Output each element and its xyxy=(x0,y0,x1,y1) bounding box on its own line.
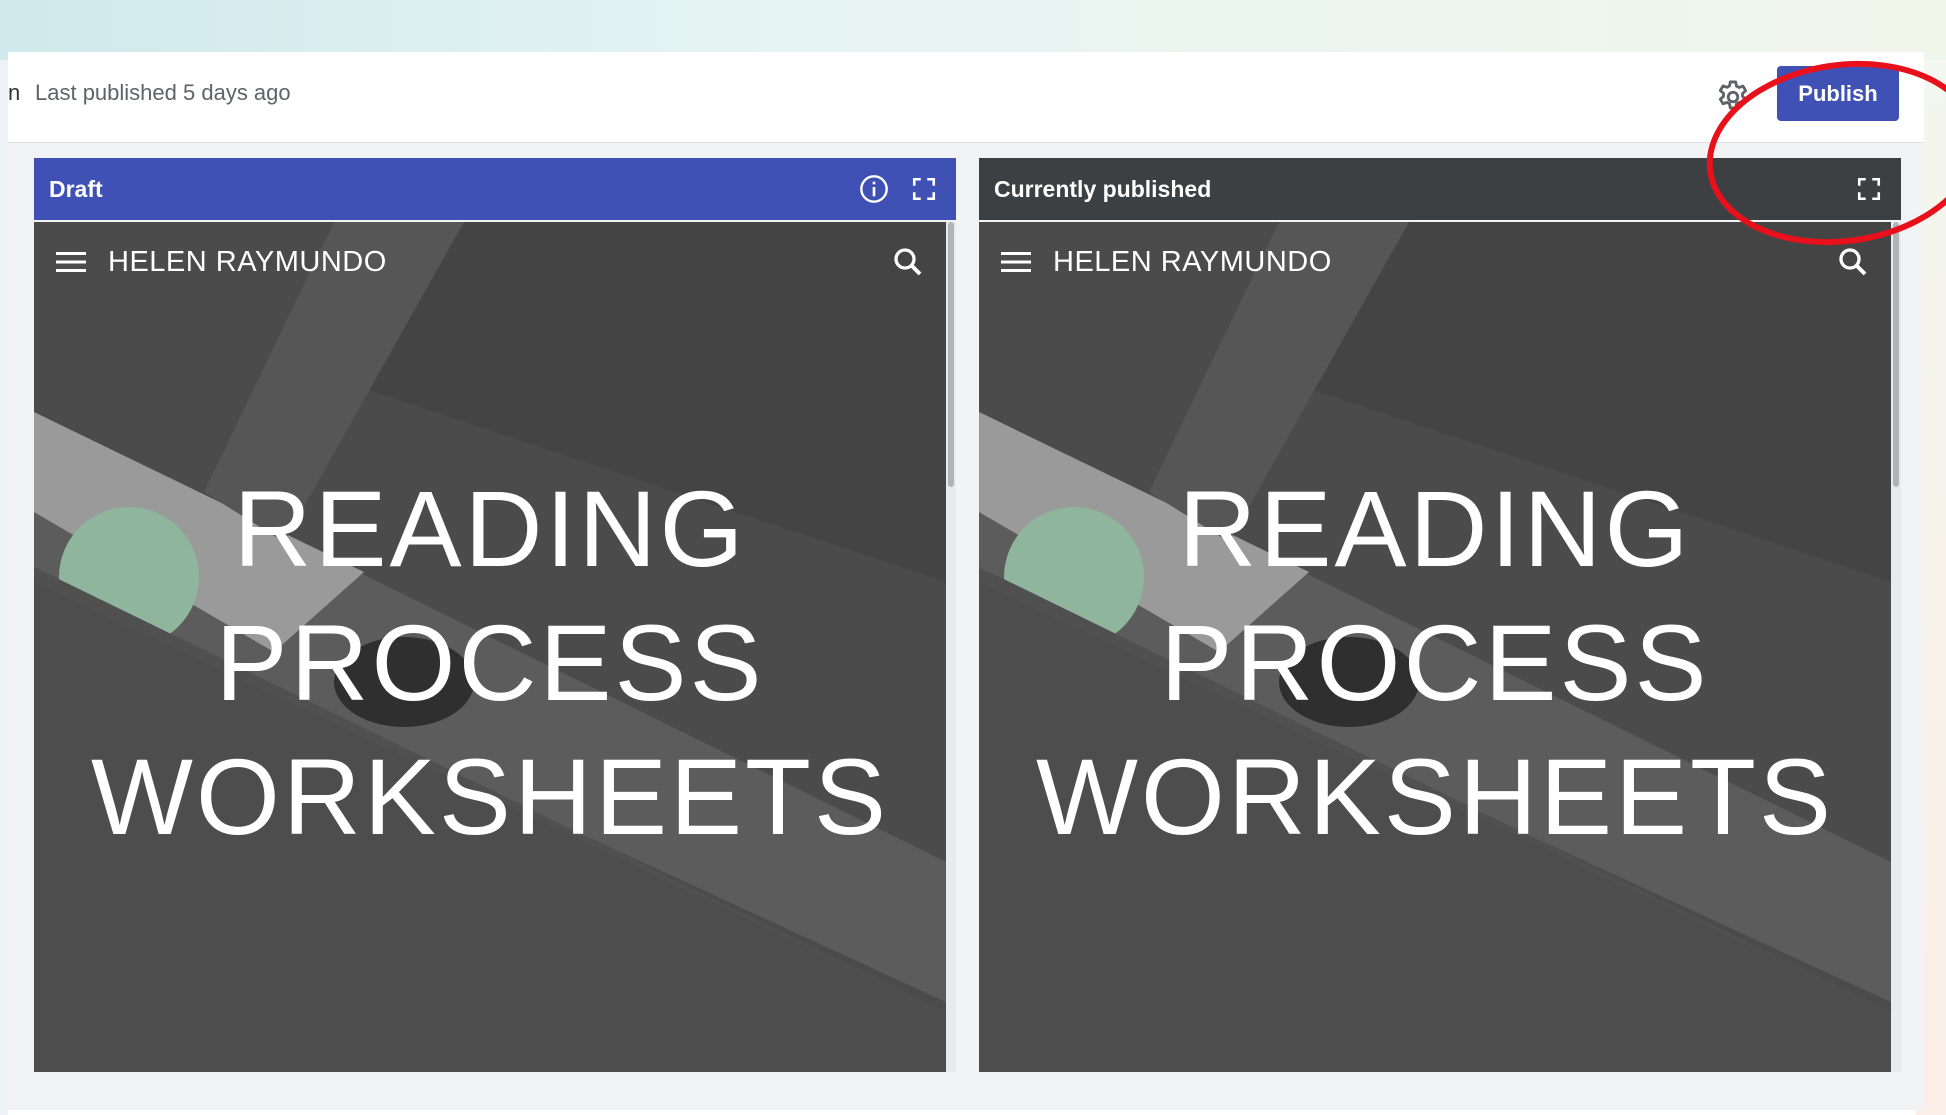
truncated-text: n xyxy=(8,80,21,105)
publish-button[interactable]: Publish xyxy=(1777,66,1899,121)
published-panel-header: Currently published xyxy=(979,158,1901,220)
menu-icon[interactable] xyxy=(54,245,88,279)
scrollbar[interactable] xyxy=(1891,222,1901,1072)
site-navbar: HELEN RAYMUNDO xyxy=(979,222,1891,302)
hero-title: READING PROCESS WORKSHEETS xyxy=(979,462,1891,864)
draft-panel: Draft HELEN RAYMUNDO READING PROCESS WOR… xyxy=(34,158,956,1088)
scrollbar-thumb[interactable] xyxy=(948,222,954,487)
last-published-status: Last published 5 days ago xyxy=(35,80,291,105)
panel-title: Currently published xyxy=(994,175,1212,202)
hero-title: READING PROCESS WORKSHEETS xyxy=(34,462,946,864)
hero-line: READING xyxy=(233,468,747,589)
slide-background-top xyxy=(0,0,1946,60)
draft-site-preview[interactable]: HELEN RAYMUNDO READING PROCESS WORKSHEET… xyxy=(34,222,946,1072)
fullscreen-icon[interactable] xyxy=(1853,173,1885,205)
editor-topbar: n Last published 5 days ago Publish xyxy=(8,52,1924,143)
menu-icon[interactable] xyxy=(999,245,1033,279)
site-name[interactable]: HELEN RAYMUNDO xyxy=(108,246,387,279)
search-icon[interactable] xyxy=(1835,244,1871,280)
site-navbar: HELEN RAYMUNDO xyxy=(34,222,946,302)
hero-line: WORKSHEETS xyxy=(90,736,890,857)
fullscreen-icon[interactable] xyxy=(908,173,940,205)
gear-icon[interactable] xyxy=(1708,72,1758,122)
hero-line: PROCESS xyxy=(215,602,765,723)
scrollbar-thumb[interactable] xyxy=(1893,222,1899,487)
site-name[interactable]: HELEN RAYMUNDO xyxy=(1053,246,1332,279)
info-icon[interactable] xyxy=(858,173,890,205)
slide-background-left xyxy=(0,60,8,1115)
scrollbar[interactable] xyxy=(946,222,956,1072)
published-site-preview[interactable]: HELEN RAYMUNDO READING PROCESS WORKSHEET… xyxy=(979,222,1891,1072)
draft-panel-header: Draft xyxy=(34,158,956,220)
hero-line: WORKSHEETS xyxy=(1035,736,1835,857)
sites-editor-window: n Last published 5 days ago Publish Draf… xyxy=(8,43,1946,1110)
search-icon[interactable] xyxy=(890,244,926,280)
panel-title: Draft xyxy=(49,175,103,202)
published-panel: Currently published HELEN RAYMUNDO READI… xyxy=(979,158,1901,1088)
hero-line: PROCESS xyxy=(1160,602,1710,723)
hero-line: READING xyxy=(1178,468,1692,589)
